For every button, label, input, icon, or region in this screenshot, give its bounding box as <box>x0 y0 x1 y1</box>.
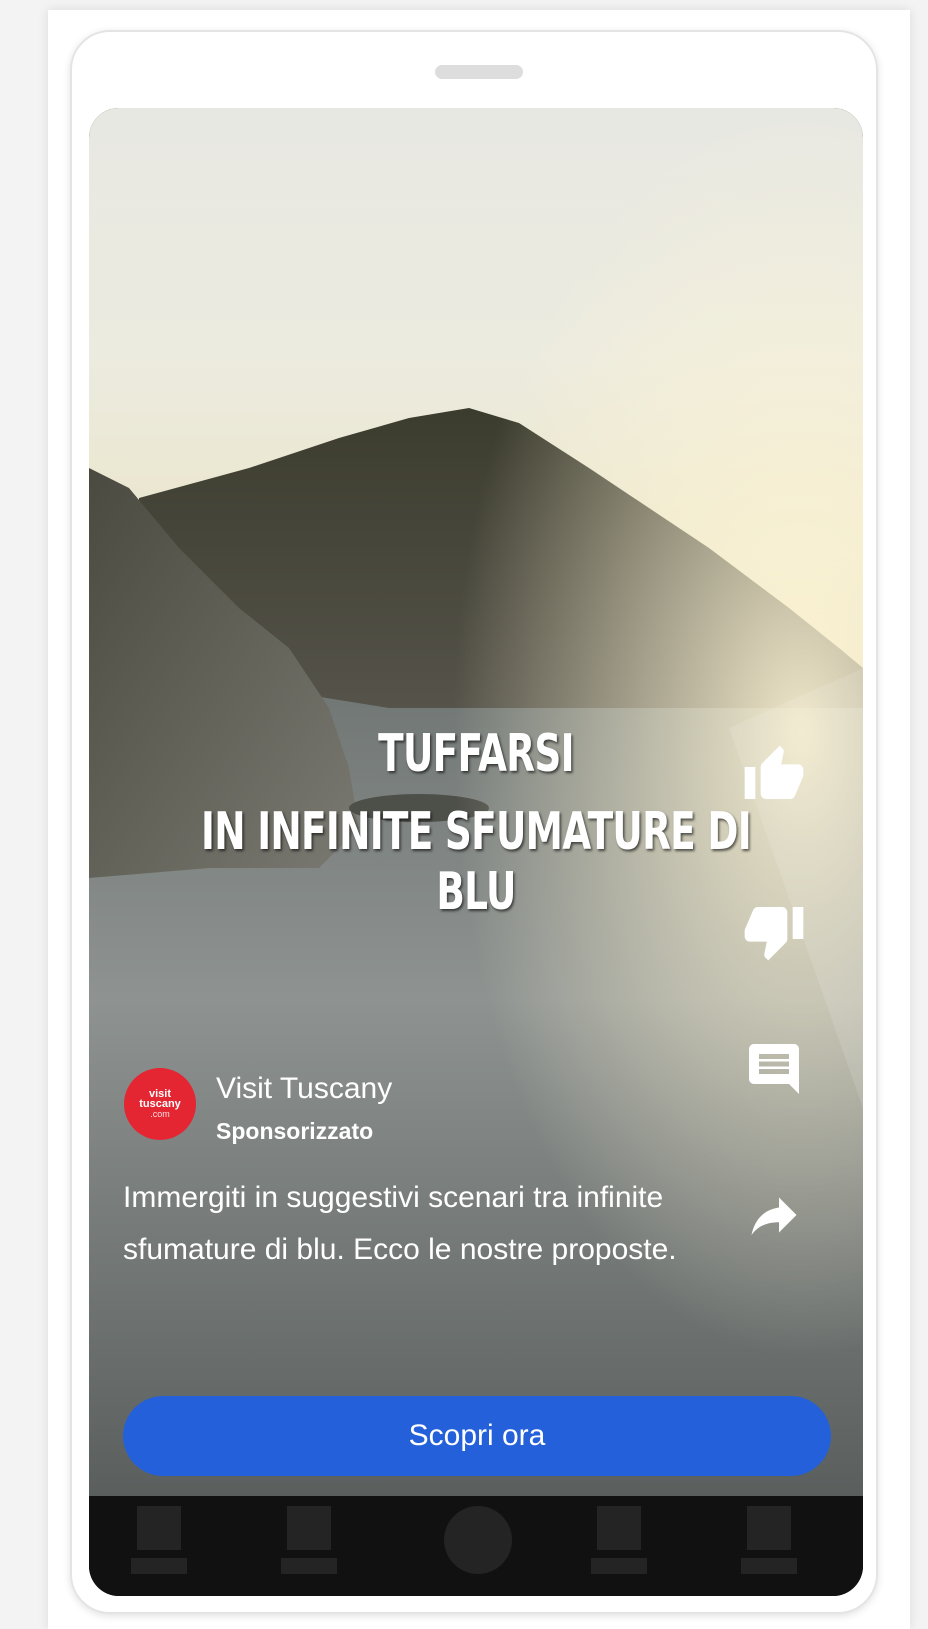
advertiser-name[interactable]: Visit Tuscany <box>216 1072 392 1106</box>
nav-placeholder-icon <box>287 1506 331 1550</box>
nav-item-4[interactable] <box>591 1506 647 1576</box>
comment-button[interactable] <box>739 1034 809 1104</box>
video-overlay-title-line-1: TUFFARSI <box>378 724 574 784</box>
share-button[interactable] <box>739 1180 809 1250</box>
dislike-button[interactable] <box>739 896 809 966</box>
thumb-down-icon <box>744 907 804 961</box>
phone-screen: TUFFARSI IN INFINITE SFUMATURE DI BLU vi… <box>89 108 863 1596</box>
comment-icon <box>749 1044 799 1094</box>
nav-placeholder-icon <box>137 1506 181 1550</box>
nav-item-1[interactable] <box>131 1506 187 1576</box>
video-overlay-title-line-2: IN INFINITE SFUMATURE DI BLU <box>201 802 752 922</box>
cta-button[interactable]: Scopri ora <box>123 1396 831 1476</box>
video-player[interactable]: TUFFARSI IN INFINITE SFUMATURE DI BLU vi… <box>89 108 863 1496</box>
phone-frame: TUFFARSI IN INFINITE SFUMATURE DI BLU vi… <box>70 30 878 1614</box>
sponsored-label: Sponsorizzato <box>216 1118 374 1144</box>
like-button[interactable] <box>739 740 809 810</box>
logo-text-domain: .com <box>150 1109 170 1119</box>
advertiser-avatar[interactable]: visit tuscany .com <box>124 1068 196 1140</box>
nav-item-2[interactable] <box>281 1506 337 1576</box>
nav-placeholder-label <box>281 1558 337 1574</box>
share-icon <box>751 1197 797 1235</box>
logo-text-tuscany: tuscany <box>139 1098 181 1110</box>
nav-placeholder-label <box>591 1558 647 1574</box>
thumb-up-icon <box>744 745 804 799</box>
phone-speaker <box>435 65 523 79</box>
bottom-nav <box>89 1496 863 1596</box>
nav-placeholder-label <box>131 1558 187 1574</box>
nav-placeholder-label <box>741 1558 797 1574</box>
nav-item-5[interactable] <box>741 1506 797 1576</box>
ad-description: Immergiti in suggestivi scenari tra infi… <box>123 1181 677 1266</box>
nav-placeholder-icon <box>747 1506 791 1550</box>
nav-placeholder-icon <box>597 1506 641 1550</box>
nav-item-center[interactable] <box>444 1506 512 1574</box>
